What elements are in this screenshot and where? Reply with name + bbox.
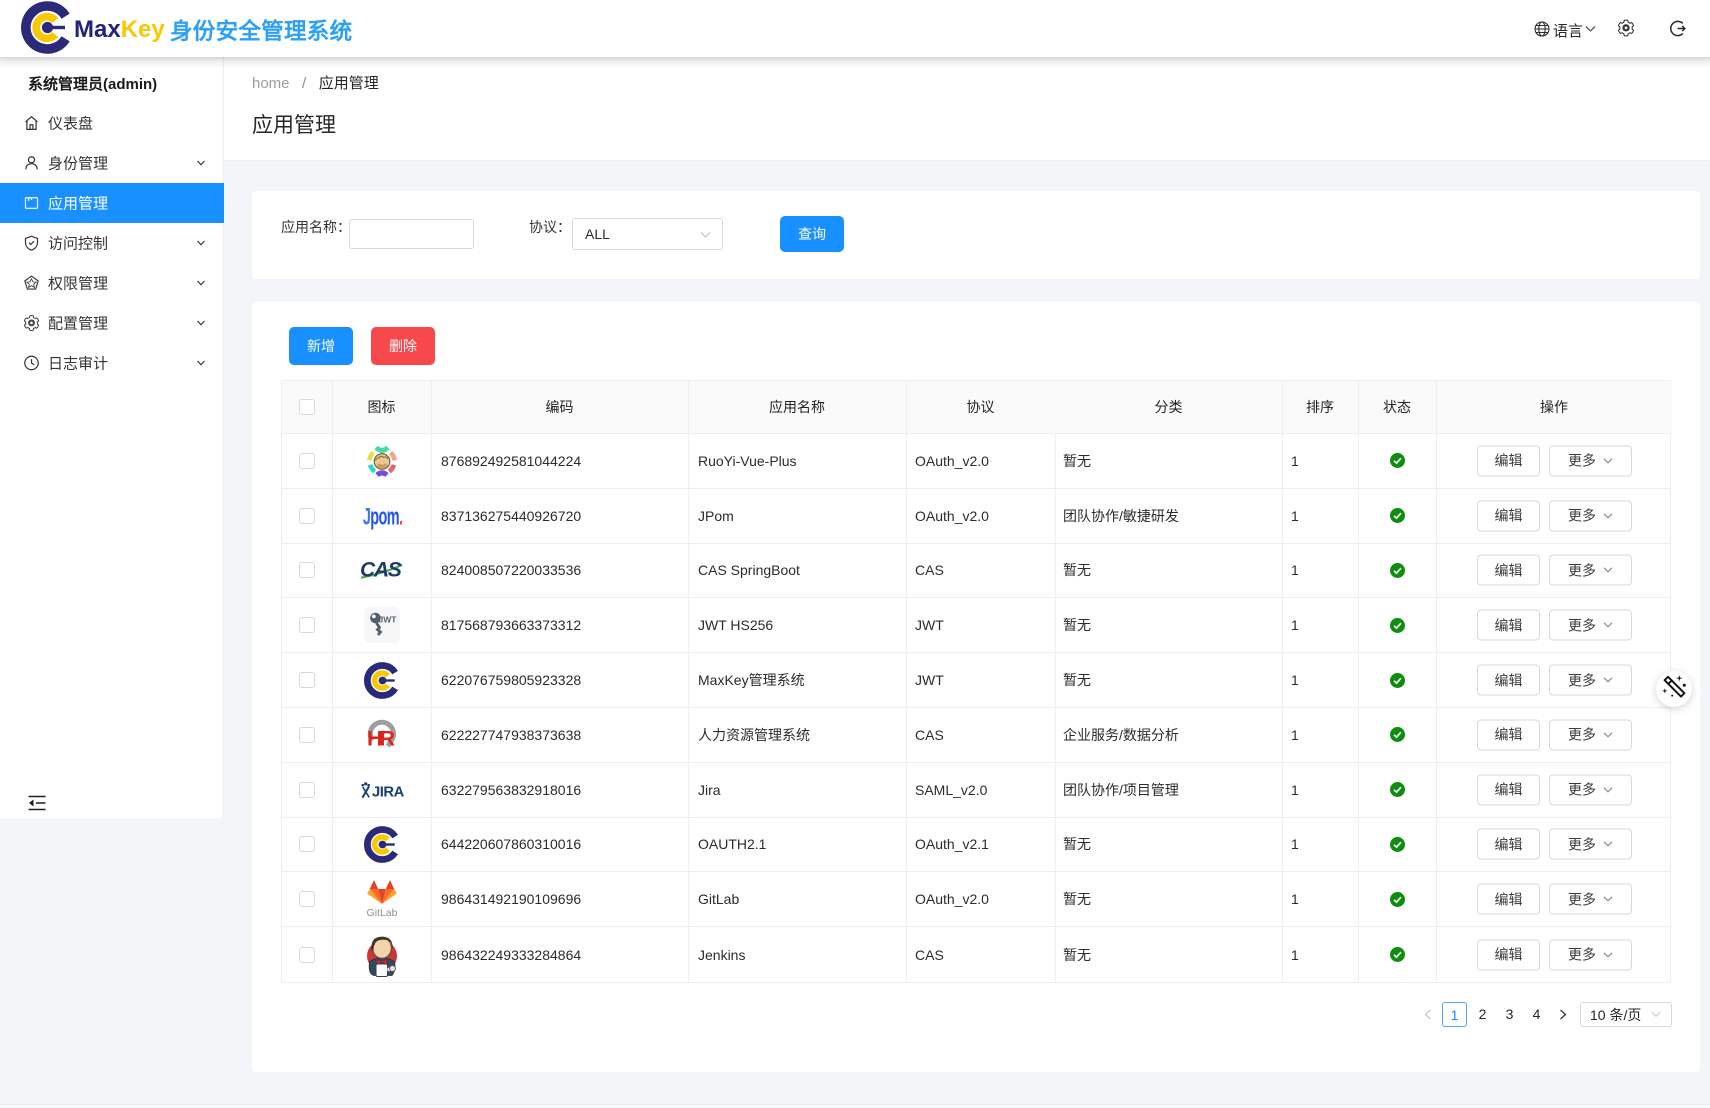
svg-text:Jpom.: Jpom. — [363, 503, 402, 530]
svg-text:JWT: JWT — [379, 615, 398, 625]
svg-text:GitLab: GitLab — [367, 907, 398, 919]
svg-text:CAS: CAS — [360, 559, 402, 582]
svg-text:HR: HR — [367, 726, 396, 750]
svg-text:JIRA: JIRA — [372, 784, 404, 800]
